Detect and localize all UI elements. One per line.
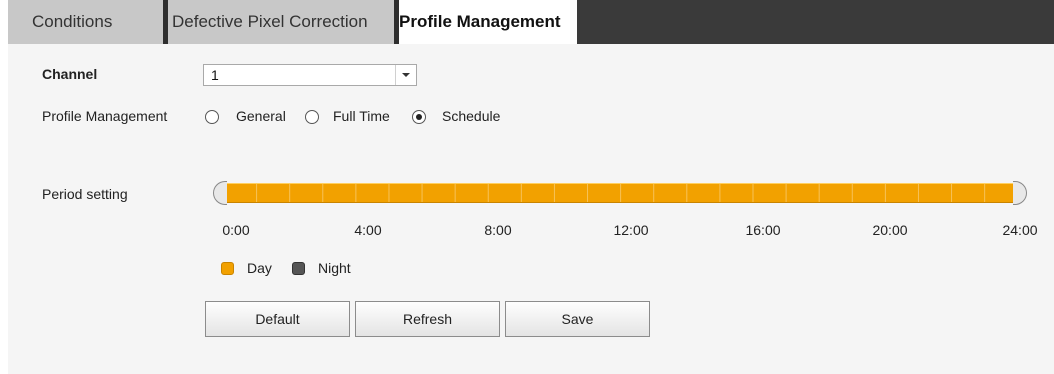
radio-full-time[interactable] <box>305 110 319 124</box>
tab-conditions-label: Conditions <box>32 12 113 31</box>
period-slider[interactable] <box>213 180 1027 206</box>
night-legend-label: Night <box>318 260 351 276</box>
tab-defective-pixel-correction[interactable]: Defective Pixel Correction <box>168 0 394 44</box>
day-legend-label: Day <box>247 260 272 276</box>
default-button[interactable]: Default <box>205 301 350 337</box>
refresh-button[interactable]: Refresh <box>355 301 500 337</box>
time-tick: 16:00 <box>745 222 781 238</box>
radio-general[interactable] <box>205 110 219 124</box>
radio-schedule[interactable] <box>412 110 426 124</box>
tab-profile-management-label: Profile Management <box>399 12 561 31</box>
time-tick: 0:00 <box>222 222 250 238</box>
radio-schedule-label[interactable]: Schedule <box>442 108 500 124</box>
night-legend-swatch <box>292 262 305 275</box>
save-button[interactable]: Save <box>505 301 650 337</box>
time-tick: 12:00 <box>613 222 649 238</box>
time-tick: 20:00 <box>872 222 908 238</box>
tab-conditions[interactable]: Conditions <box>8 0 163 44</box>
radio-full-time-label[interactable]: Full Time <box>333 108 390 124</box>
channel-label: Channel <box>42 66 98 82</box>
time-tick: 8:00 <box>484 222 512 238</box>
profile-management-label: Profile Management <box>42 108 168 124</box>
channel-select[interactable]: 1 <box>203 64 417 86</box>
period-end-handle[interactable] <box>1013 181 1027 205</box>
channel-select-value: 1 <box>211 67 219 83</box>
day-period-bar[interactable] <box>223 183 1017 203</box>
chevron-down-icon[interactable] <box>395 65 416 85</box>
time-tick: 24:00 <box>1002 222 1038 238</box>
time-tick: 4:00 <box>354 222 382 238</box>
period-setting-label: Period setting <box>42 186 128 202</box>
tab-defective-pixel-correction-label: Defective Pixel Correction <box>172 12 368 31</box>
period-start-handle[interactable] <box>213 181 227 205</box>
tab-bar: Conditions Defective Pixel Correction Pr… <box>8 0 1054 44</box>
day-legend-swatch <box>221 262 234 275</box>
radio-general-label[interactable]: General <box>236 108 286 124</box>
tab-profile-management[interactable]: Profile Management <box>399 0 577 44</box>
